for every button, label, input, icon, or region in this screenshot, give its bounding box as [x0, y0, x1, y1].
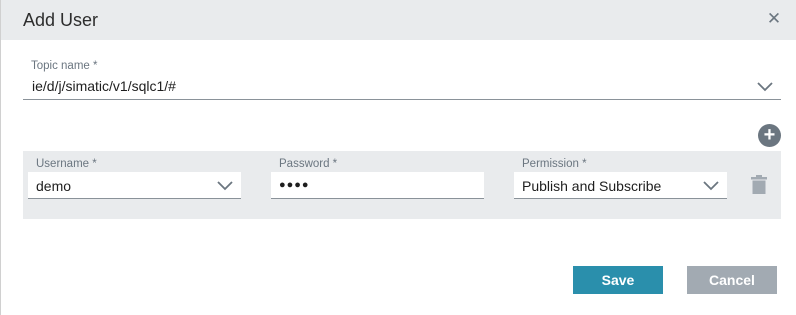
username-value: demo [36, 178, 72, 194]
plus-icon: + [763, 124, 776, 146]
username-underline [28, 198, 241, 199]
username-field[interactable]: Username * demo [28, 158, 241, 199]
add-user-dialog: Add User ✕ Topic name * ie/d/j/simatic/v… [0, 0, 796, 315]
dialog-title: Add User [23, 10, 99, 30]
cancel-button[interactable]: Cancel [687, 266, 777, 294]
trash-icon[interactable] [751, 175, 767, 194]
username-label: Username * [36, 158, 97, 170]
chevron-down-icon[interactable] [217, 181, 233, 191]
save-button[interactable]: Save [573, 266, 663, 294]
topic-name-label: Topic name * [31, 60, 98, 72]
topic-name-field[interactable]: Topic name * ie/d/j/simatic/v1/sqlc1/# [23, 58, 781, 100]
password-underline [271, 198, 484, 199]
permission-underline [514, 198, 727, 199]
close-icon[interactable]: ✕ [763, 8, 785, 30]
topic-name-underline [23, 99, 781, 100]
password-field[interactable]: Password * ●●●● [271, 158, 484, 199]
permission-value: Publish and Subscribe [522, 178, 662, 194]
add-user-button[interactable]: + [758, 124, 781, 147]
permission-select[interactable]: Permission * Publish and Subscribe [514, 158, 727, 199]
topic-name-value: ie/d/j/simatic/v1/sqlc1/# [32, 78, 176, 94]
chevron-down-icon[interactable] [757, 82, 773, 92]
user-row: Username * demo Password * ●●●● Permissi… [23, 151, 781, 219]
permission-label: Permission * [522, 158, 587, 170]
dialog-header: Add User ✕ [1, 0, 796, 40]
password-value: ●●●● [279, 179, 310, 191]
password-label: Password * [279, 158, 338, 170]
chevron-down-icon[interactable] [703, 181, 719, 191]
